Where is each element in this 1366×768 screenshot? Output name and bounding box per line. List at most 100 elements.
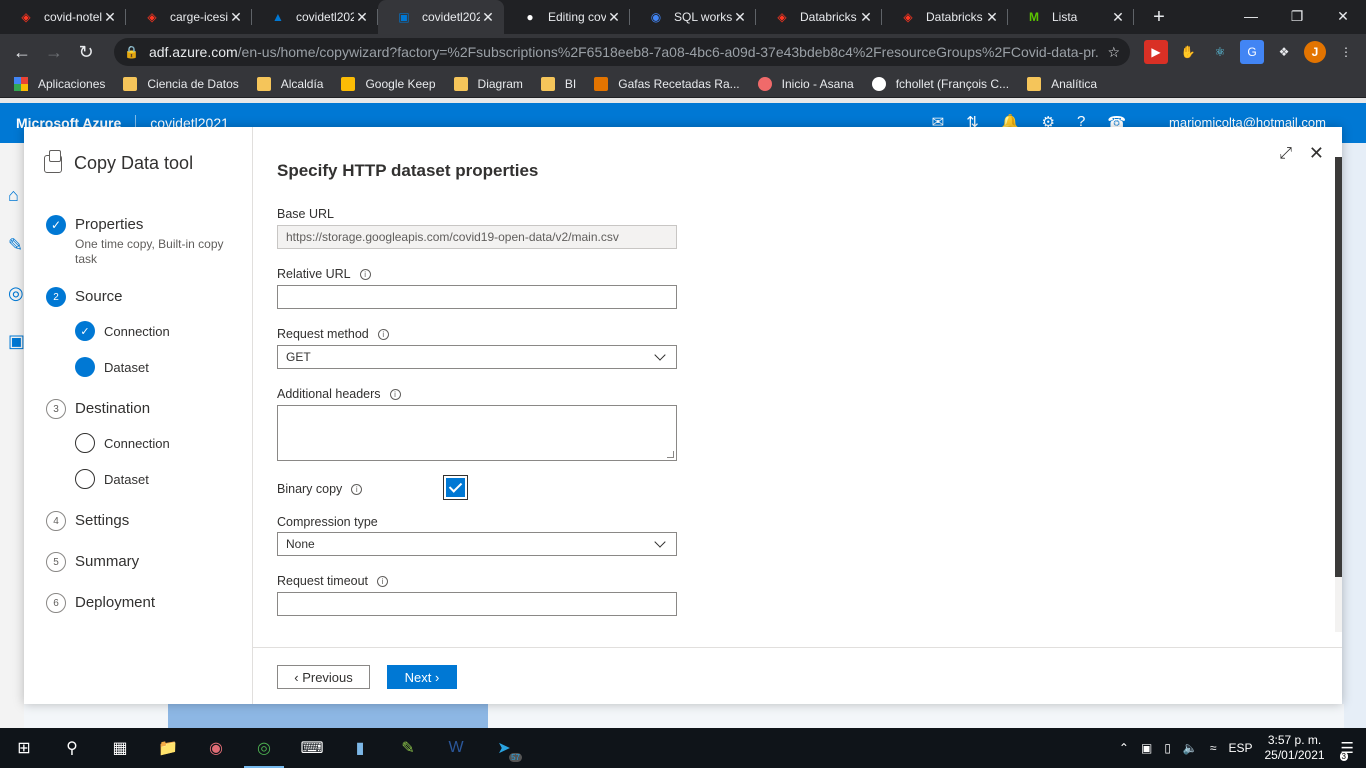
additional-headers-field[interactable] — [277, 405, 677, 461]
tab-close-icon[interactable]: ✕ — [606, 9, 622, 26]
browser-tab[interactable]: ● Editing covi ✕ — [504, 0, 630, 34]
compression-type-select[interactable]: None — [277, 532, 677, 556]
windows-start-icon[interactable]: ⊞ — [0, 728, 48, 768]
request-timeout-field[interactable] — [277, 592, 677, 616]
browser-tab[interactable]: M Lista ✕ — [1008, 0, 1134, 34]
step-summary[interactable]: 5 Summary — [46, 552, 139, 572]
tab-close-icon[interactable]: ✕ — [354, 9, 370, 26]
browser-tab[interactable]: ◈ Databricks ✕ — [756, 0, 882, 34]
bookmark-label: Alcaldía — [280, 76, 324, 91]
browser-tab[interactable]: ▲ covidetl202 ✕ — [252, 0, 378, 34]
close-window-icon[interactable]: ✕ — [1320, 0, 1366, 32]
address-bar[interactable]: 🔒 adf.azure.com/en-us/home/copywizard?fa… — [114, 38, 1130, 66]
expand-icon[interactable]: ⤢ — [1279, 145, 1292, 163]
tab-close-icon[interactable]: ✕ — [732, 9, 748, 26]
browser-tab[interactable]: ◉ SQL worksp✕ — [630, 0, 756, 34]
profile-avatar[interactable]: J — [1304, 41, 1326, 63]
step-deployment[interactable]: 6 Deployment — [46, 593, 155, 613]
bookmark-item[interactable]: Alcaldía — [256, 76, 324, 91]
tab-close-icon[interactable]: ✕ — [480, 9, 496, 26]
bookmark-item[interactable]: Ciencia de Datos — [123, 76, 239, 91]
back-arrow-icon[interactable]: ← — [6, 36, 38, 68]
telegram-icon[interactable]: ➤ 57 — [480, 728, 528, 768]
clock[interactable]: 3:57 p. m. 25/01/2021 — [1264, 733, 1324, 763]
file-explorer-icon[interactable]: 📁 — [144, 728, 192, 768]
scrollbar[interactable] — [1335, 157, 1342, 632]
react-devtools-icon[interactable]: ⚛ — [1208, 40, 1232, 64]
substep-label: Connection — [104, 435, 170, 451]
bookmark-item[interactable]: Diagram — [453, 76, 523, 91]
reload-icon[interactable]: ↻ — [70, 36, 102, 68]
minimize-icon[interactable]: — — [1228, 0, 1274, 32]
bookmark-item[interactable]: fchollet (François C... — [871, 76, 1009, 91]
browser-tab-strip: ◈ covid-notel ✕ ◈ carge-icesi ✕ ▲ covidetl202 ✕ ▣… — [0, 0, 1366, 34]
browser-tab[interactable]: ◈ carge-icesi ✕ — [126, 0, 252, 34]
step-source[interactable]: 2 Source — [46, 287, 123, 307]
bookmark-item[interactable]: Gafas Recetadas Ra... — [594, 76, 740, 91]
step-settings[interactable]: 4 Settings — [46, 511, 129, 531]
menu-kebab-icon[interactable]: ⋮ — [1334, 40, 1358, 64]
tab-close-icon[interactable]: ✕ — [858, 9, 874, 26]
github-icon — [871, 76, 886, 91]
step-destination[interactable]: 3 Destination — [46, 399, 150, 419]
info-icon[interactable]: i — [359, 268, 371, 280]
battery-icon[interactable]: ▯ — [1164, 741, 1171, 755]
bookmark-item[interactable]: BI — [540, 76, 576, 91]
terminal-icon[interactable]: ⌨ — [288, 728, 336, 768]
windows-taskbar: ⊞ ⚲ ▦ 📁 ◉ ◎ ⌨ ▮ ✎ W ➤ 57 ⌃ ▣ ▯ 🔈 ≈ ESP 3:… — [0, 728, 1366, 768]
close-icon[interactable]: ✕ — [1309, 143, 1324, 164]
info-icon[interactable]: i — [377, 328, 389, 340]
request-method-select[interactable]: GET — [277, 345, 677, 369]
notepad-icon[interactable]: ▮ — [336, 728, 384, 768]
task-view-icon[interactable]: ▦ — [96, 728, 144, 768]
forward-arrow-icon[interactable]: → — [38, 36, 70, 68]
restore-icon[interactable]: ❐ — [1274, 0, 1320, 32]
extension-red-icon[interactable]: ▶ — [1144, 40, 1168, 64]
info-icon[interactable]: i — [351, 483, 363, 495]
substep-source-connection[interactable]: ✓ Connection — [75, 321, 170, 341]
tab-close-icon[interactable]: ✕ — [102, 9, 118, 26]
word-icon[interactable]: W — [432, 728, 480, 768]
substep-source-dataset[interactable]: Dataset — [75, 357, 149, 377]
bookmark-item[interactable]: Analítica — [1027, 76, 1097, 91]
step-properties[interactable]: ✓ Properties One time copy, Built-in cop… — [46, 215, 245, 267]
info-icon[interactable]: i — [389, 388, 401, 400]
step-label: Source — [75, 288, 123, 305]
extensions-puzzle-icon[interactable]: ❖ — [1272, 40, 1296, 64]
translate-icon[interactable]: G — [1240, 40, 1264, 64]
browser-tab[interactable]: ▣ covidetl202 ✕ — [378, 0, 504, 34]
info-icon[interactable]: i — [377, 575, 389, 587]
tab-title: Databricks — [800, 10, 857, 24]
chrome-icon[interactable]: ◎ — [240, 728, 288, 768]
substep-destination-dataset[interactable]: Dataset — [75, 469, 149, 489]
binary-copy-checkbox[interactable] — [443, 475, 468, 500]
substep-destination-connection[interactable]: Connection — [75, 433, 170, 453]
action-center-icon[interactable]: ☰ 3 — [1339, 739, 1354, 761]
bookmark-item[interactable]: Inicio - Asana — [757, 76, 854, 91]
tab-title: Databricks — [926, 10, 983, 24]
bookmark-item[interactable]: Google Keep — [341, 76, 436, 91]
relative-url-field[interactable] — [277, 285, 677, 309]
language-indicator[interactable]: ESP — [1228, 741, 1252, 755]
browser-tab[interactable]: ◈ covid-notel ✕ — [0, 0, 126, 34]
paint-icon[interactable]: ◉ — [192, 728, 240, 768]
tab-close-icon[interactable]: ✕ — [228, 9, 244, 26]
new-tab-button[interactable]: + — [1142, 0, 1176, 34]
device-icon[interactable]: ▣ — [1141, 741, 1152, 755]
previous-button[interactable]: ‹ Previous — [277, 665, 370, 689]
notepadpp-icon[interactable]: ✎ — [384, 728, 432, 768]
adblock-icon[interactable]: ✋ — [1176, 40, 1200, 64]
volume-icon[interactable]: 🔈 — [1183, 741, 1198, 755]
bookmark-item[interactable]: Aplicaciones — [14, 76, 105, 91]
browser-tab[interactable]: ◈ Databricks ✕ — [882, 0, 1008, 34]
extensions-area: ▶ ✋ ⚛ G ❖ J ⋮ — [1140, 40, 1362, 64]
scrollbar-thumb[interactable] — [1335, 157, 1342, 577]
search-icon[interactable]: ⚲ — [48, 728, 96, 768]
wifi-icon[interactable]: ≈ — [1210, 741, 1217, 755]
tab-close-icon[interactable]: ✕ — [1110, 9, 1126, 26]
tab-close-icon[interactable]: ✕ — [984, 9, 1000, 26]
bookmark-star-icon[interactable]: ☆ — [1107, 44, 1120, 61]
chevron-up-icon[interactable]: ⌃ — [1119, 741, 1129, 755]
check-icon: ✓ — [46, 215, 66, 235]
next-button[interactable]: Next › — [387, 665, 457, 689]
